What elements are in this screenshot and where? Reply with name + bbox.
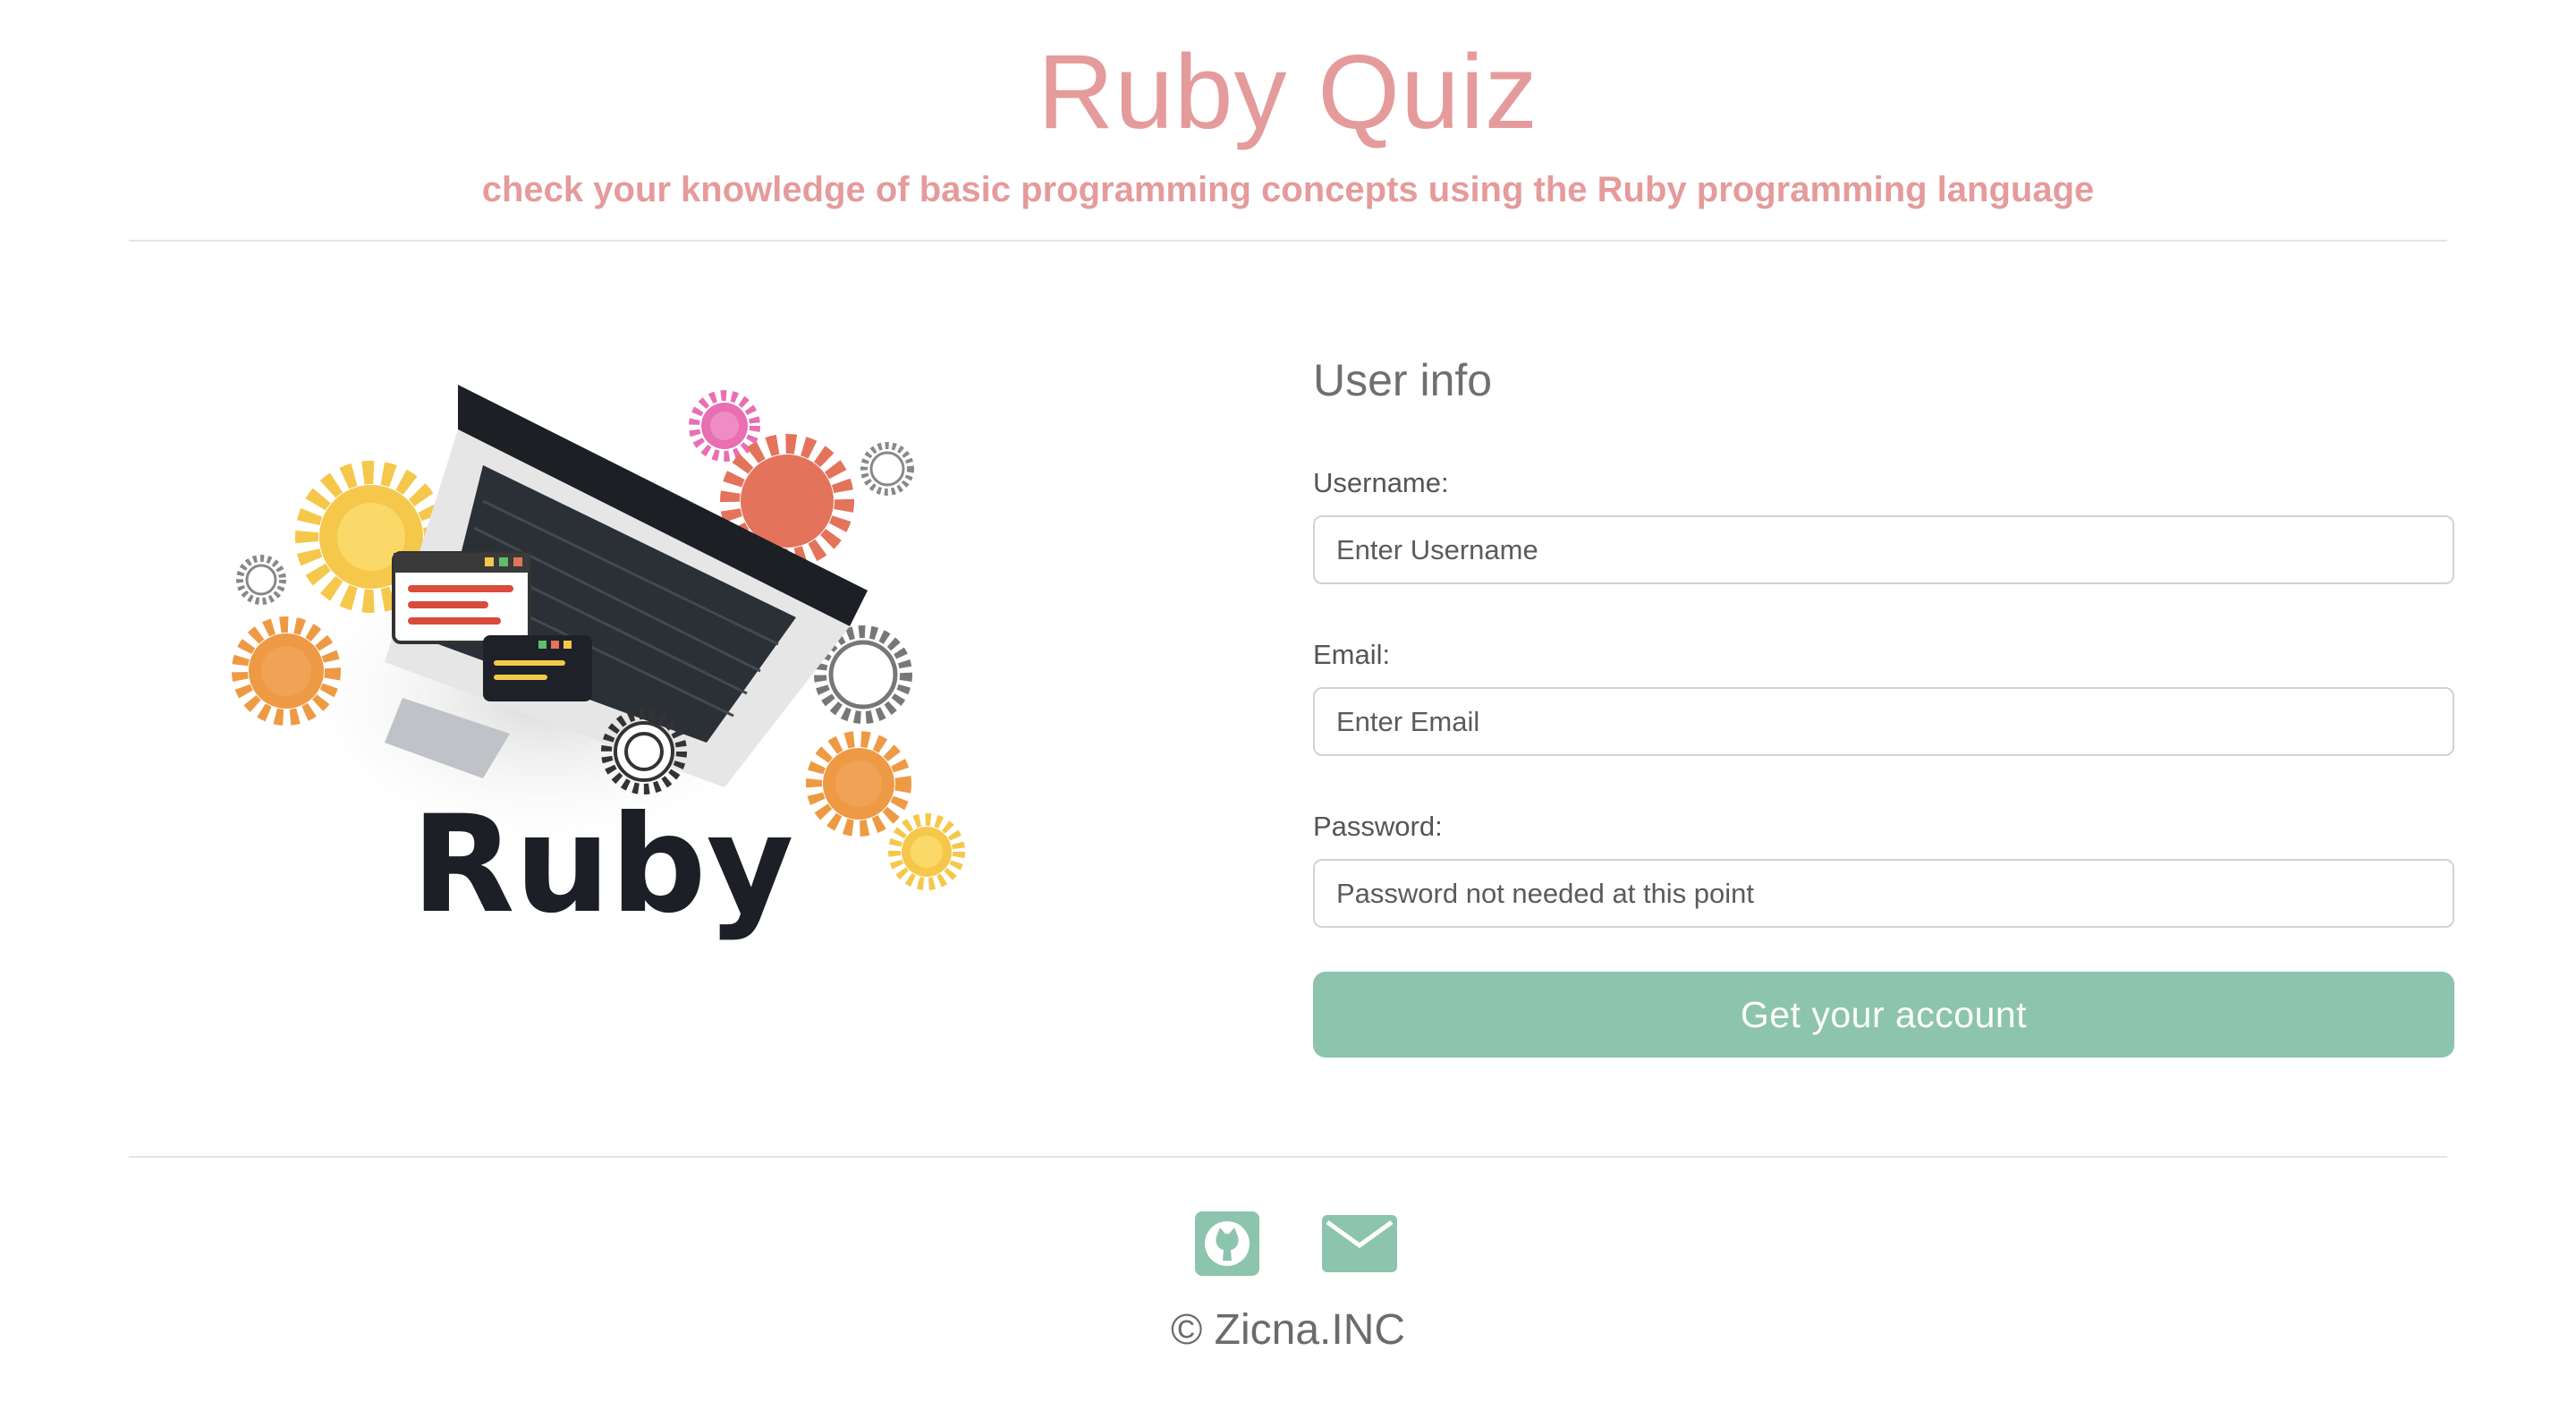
pink-gear-icon (689, 390, 760, 462)
page: Ruby Quiz check your knowledge of basic … (0, 0, 2576, 1402)
github-link[interactable] (1195, 1211, 1259, 1276)
username-label: Username: (1313, 467, 1449, 498)
ruby-logo-text: Ruby (411, 787, 793, 943)
mail-icon (1322, 1215, 1397, 1272)
gray-gear-small-icon (236, 555, 286, 605)
form-title: User info (1313, 355, 1493, 405)
username-input[interactable] (1313, 515, 2454, 584)
username-group: Username: (1313, 463, 2454, 584)
email-link[interactable] (1322, 1215, 1397, 1272)
header-divider (129, 240, 2447, 242)
password-group: Password: (1313, 807, 2454, 928)
email-label: Email: (1313, 639, 1391, 670)
code-window-icon (392, 551, 531, 644)
footer-icon-bar (0, 1211, 2576, 1276)
orange-gear-right-icon (806, 731, 911, 837)
copyright-text: © Zicna.INC (1170, 1306, 1406, 1354)
hero-illustration: Ruby (224, 376, 984, 948)
footer-divider (129, 1156, 2447, 1158)
github-icon (1195, 1211, 1259, 1276)
gray-gear-top-icon (860, 442, 914, 496)
password-input[interactable] (1313, 859, 2454, 928)
yellow-gear-small-icon (888, 813, 965, 890)
email-input[interactable] (1313, 687, 2454, 756)
code-window-dark-icon (483, 635, 592, 701)
user-info-form: User info Username: Email: Password: Get… (1313, 349, 2454, 1058)
email-group: Email: (1313, 635, 2454, 756)
page-subtitle: check your knowledge of basic programmin… (481, 170, 2095, 209)
get-account-button[interactable]: Get your account (1313, 972, 2454, 1058)
page-title: Ruby Quiz (1038, 33, 1538, 151)
password-label: Password: (1313, 811, 1443, 842)
